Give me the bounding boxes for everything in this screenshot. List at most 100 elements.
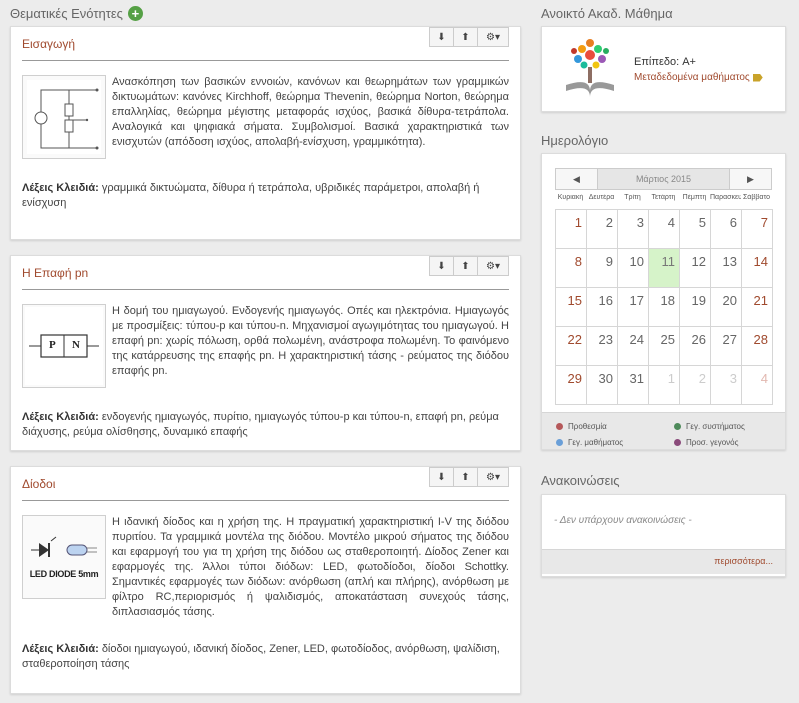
- weekday-label: Δευτέρα: [588, 194, 615, 201]
- unit-description: Η δομή του ημιαγωγού. Ενδογενής ημιαγωγό…: [112, 305, 509, 377]
- calendar-day[interactable]: 21: [742, 288, 773, 327]
- led-diode-caption: LED DIODE 5mm: [29, 569, 99, 579]
- metadata-link-label[interactable]: Μεταδεδομένα μαθήματος: [634, 72, 750, 83]
- calendar-day[interactable]: 24: [618, 327, 649, 366]
- units-heading: Θεματικές Ενότητες +: [10, 0, 521, 26]
- announcements-panel: - Δεν υπάρχουν ανακοινώσεις - περισσότερ…: [541, 494, 786, 577]
- open-course-panel: Επίπεδο: A+ Μεταδεδομένα μαθήματος: [541, 26, 786, 112]
- calendar-day[interactable]: 2: [587, 210, 618, 249]
- calendar-month-label: Μάρτιος 2015: [635, 174, 692, 184]
- calendar-day[interactable]: 16: [587, 288, 618, 327]
- more-link-label[interactable]: περισσότερα...: [714, 556, 773, 566]
- announcements-heading: Ανακοινώσεις: [541, 472, 620, 488]
- calendar-heading: Ημερολόγιο: [541, 132, 609, 148]
- legend-item: Προσ. γεγονός: [674, 435, 784, 449]
- legend-dot-icon: [674, 438, 681, 446]
- legend-label: Προθεσμία: [568, 421, 607, 431]
- unit-toolbar: ⬇ ⬆ ⚙▾: [429, 256, 509, 276]
- unit-header: Δίοδοι ⬇ ⬆ ⚙▾: [22, 467, 509, 501]
- calendar-day[interactable]: 6: [711, 210, 742, 249]
- circuit-thumbnail-icon: [22, 75, 106, 159]
- calendar-weekday-row: Κυριακή Δευτέρα Τρίτη Τετάρτη Πέμπτη Παρασκευ…: [555, 194, 772, 201]
- calendar-day[interactable]: 29: [556, 366, 587, 405]
- calendar-next-button[interactable]: ▶: [729, 169, 771, 189]
- weekday-label: Κυριακή: [557, 194, 584, 201]
- settings-dropdown-button[interactable]: ⚙▾: [477, 467, 509, 487]
- calendar-day[interactable]: 5: [680, 210, 711, 249]
- keywords-label: Λέξεις Κλειδιά:: [22, 411, 99, 423]
- calendar-day[interactable]: 8: [556, 249, 587, 288]
- settings-dropdown-button[interactable]: ⚙▾: [477, 27, 509, 47]
- unit-toolbar: ⬇ ⬆ ⚙▾: [429, 467, 509, 487]
- calendar-day[interactable]: 10: [618, 249, 649, 288]
- calendar-day[interactable]: 28: [742, 327, 773, 366]
- calendar-day[interactable]: 9: [587, 249, 618, 288]
- calendar-day[interactable]: 14: [742, 249, 773, 288]
- n-region-label: N: [72, 339, 80, 351]
- calendar-prev-button[interactable]: ◀: [556, 169, 598, 189]
- calendar-day[interactable]: 2: [680, 366, 711, 405]
- p-region-label: P: [49, 339, 56, 351]
- unit-body: LED DIODE 5mm Η ιδανική δίοδος και η χρή…: [11, 501, 520, 680]
- unit-panel-diodes: Δίοδοι ⬇ ⬆ ⚙▾ LED DIODE 5mm Η ιδανική δί…: [10, 466, 521, 694]
- calendar-day[interactable]: 7: [742, 210, 773, 249]
- calendar-day[interactable]: 1: [556, 210, 587, 249]
- calendar-day[interactable]: 17: [618, 288, 649, 327]
- calendar-day[interactable]: 19: [680, 288, 711, 327]
- legend-item: Γεγ. μαθήματος: [556, 435, 674, 449]
- units-column: Θεματικές Ενότητες + Εισαγωγή ⬇ ⬆ ⚙▾ Ανα…: [10, 0, 521, 694]
- keywords-label: Λέξεις Κλειδιά:: [22, 182, 99, 194]
- unit-header: Η Επαφή pn ⬇ ⬆ ⚙▾: [22, 256, 509, 290]
- calendar-day[interactable]: 12: [680, 249, 711, 288]
- calendar-day[interactable]: 18: [649, 288, 680, 327]
- open-course-heading: Ανοικτό Ακαδ. Μάθημα: [541, 5, 673, 21]
- move-up-button[interactable]: ⬆: [453, 27, 478, 47]
- unit-description: Η ιδανική δίοδος και η χρήση της. Η πραγ…: [112, 516, 509, 618]
- move-down-button[interactable]: ⬇: [429, 27, 454, 47]
- unit-keywords: Λέξεις Κλειδιά: δίοδοι ημιαγωγού, ιδανικ…: [22, 642, 509, 672]
- calendar-day[interactable]: 25: [649, 327, 680, 366]
- calendar-day[interactable]: 13: [711, 249, 742, 288]
- weekday-label: Παρασκευή: [710, 194, 741, 201]
- legend-dot-icon: [556, 422, 563, 430]
- unit-title[interactable]: Δίοδοι: [22, 477, 55, 491]
- weekday-label: Τετάρτη: [651, 194, 676, 201]
- calendar-day[interactable]: 20: [711, 288, 742, 327]
- unit-panel-introduction: Εισαγωγή ⬇ ⬆ ⚙▾ Ανασκόπηση των βασικών ε…: [10, 26, 521, 240]
- calendar-day[interactable]: 26: [680, 327, 711, 366]
- unit-keywords: Λέξεις Κλειδιά: γραμμικά δικτυώματα, δίθ…: [22, 181, 509, 211]
- legend-dot-icon: [674, 422, 681, 430]
- calendar-day[interactable]: 11: [649, 249, 680, 288]
- tag-icon: [752, 73, 763, 82]
- unit-header: Εισαγωγή ⬇ ⬆ ⚙▾: [22, 27, 509, 61]
- legend-label: Γεγ. μαθήματος: [568, 437, 624, 447]
- metadata-link[interactable]: Μεταδεδομένα μαθήματος: [634, 72, 763, 83]
- weekday-label: Τρίτη: [624, 194, 641, 201]
- move-up-button[interactable]: ⬆: [453, 256, 478, 276]
- calendar-day[interactable]: 23: [587, 327, 618, 366]
- calendar-day[interactable]: 4: [742, 366, 773, 405]
- calendar-day[interactable]: 31: [618, 366, 649, 405]
- calendar-day[interactable]: 3: [711, 366, 742, 405]
- unit-title[interactable]: Εισαγωγή: [22, 37, 75, 51]
- calendar-legend: Προθεσμία Γεγ. συστήματος Γεγ. μαθήματος Πρ…: [542, 412, 785, 449]
- move-down-button[interactable]: ⬇: [429, 467, 454, 487]
- unit-toolbar: ⬇ ⬆ ⚙▾: [429, 27, 509, 47]
- calendar-day[interactable]: 22: [556, 327, 587, 366]
- add-unit-icon[interactable]: +: [127, 5, 143, 21]
- legend-label: Γεγ. συστήματος: [686, 421, 745, 431]
- pn-junction-thumbnail-icon: P N: [22, 304, 106, 388]
- legend-item: Γεγ. συστήματος: [674, 419, 784, 433]
- calendar-day[interactable]: 3: [618, 210, 649, 249]
- calendar-day[interactable]: 1: [649, 366, 680, 405]
- announcements-more-link[interactable]: περισσότερα...: [542, 549, 785, 574]
- move-down-button[interactable]: ⬇: [429, 256, 454, 276]
- unit-title[interactable]: Η Επαφή pn: [22, 266, 88, 280]
- calendar-day[interactable]: 15: [556, 288, 587, 327]
- calendar-day[interactable]: 4: [649, 210, 680, 249]
- calendar-panel: ◀ Μάρτιος 2015 ▶ Κυριακή Δευτέρα Τρίτη Τετά…: [541, 153, 786, 450]
- move-up-button[interactable]: ⬆: [453, 467, 478, 487]
- settings-dropdown-button[interactable]: ⚙▾: [477, 256, 509, 276]
- calendar-day[interactable]: 27: [711, 327, 742, 366]
- calendar-day[interactable]: 30: [587, 366, 618, 405]
